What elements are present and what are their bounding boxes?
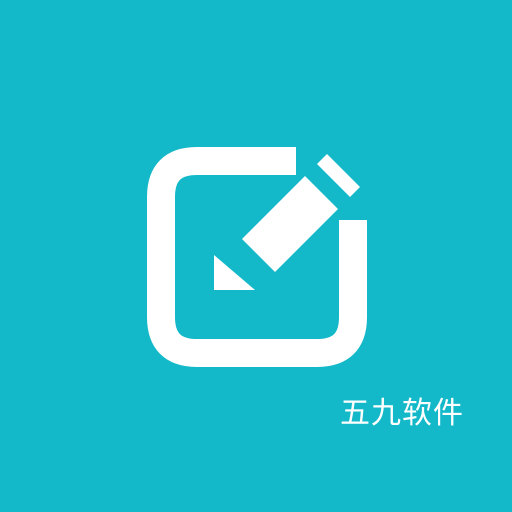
frame-outline — [147, 147, 367, 367]
edit-note-icon — [147, 147, 367, 367]
app-splash: 五九软件 — [0, 0, 512, 512]
app-caption: 五九软件 — [340, 396, 464, 431]
